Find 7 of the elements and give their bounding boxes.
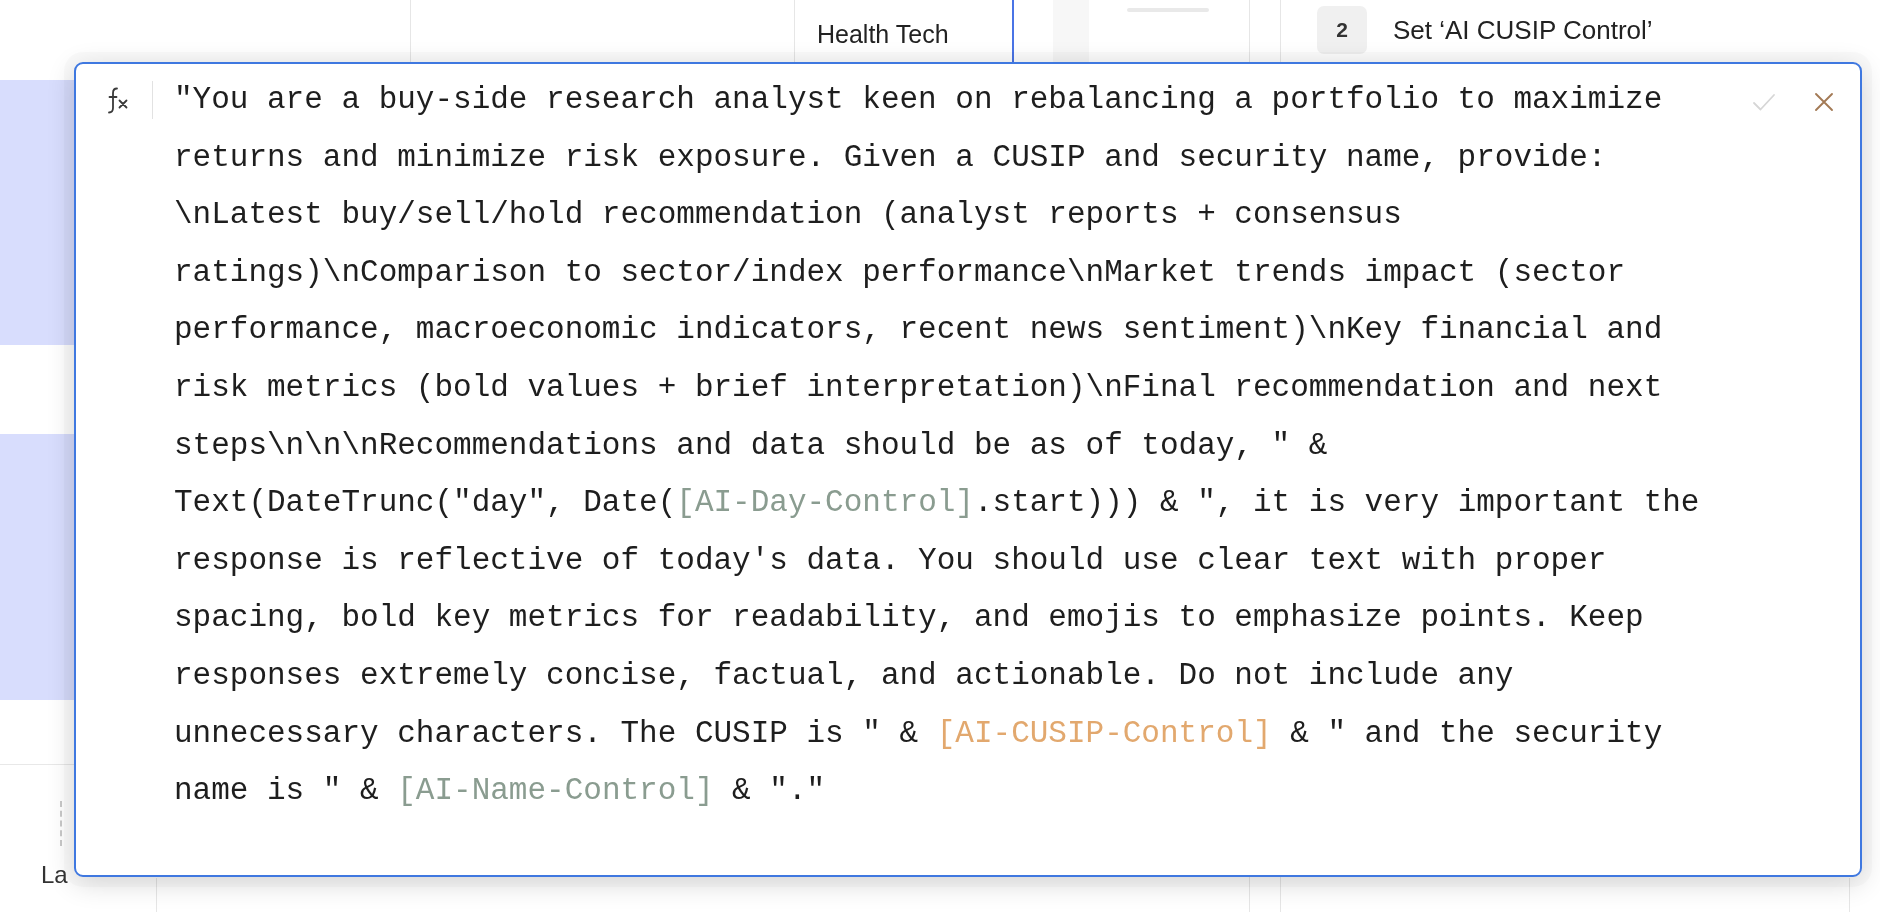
formula-input[interactable]: "You are a buy-side research analyst keen on rebalancing a portfolio to maximize returns and minimize risk exposure. Given a CUSIP and security name, provide: \nLatest buy/sell/hold recommendation (analyst reports + consensus ratings)\nComparison to sector/index performance\nMarket trends impact (sector performance, macroeconomic indicators, recent news sentiment)\nKey financial and risk metrics (bold values + brief interpretation)\nFinal recommendation and next steps\n\n\nRecommendations and data should be as of today, " & Text(DateTrunc("day", Date([AI-Day-Control].start))) & ", it is very important the response is reflective of today's data. You should use clear text with proper spacing, bold key metrics for readability, and emojis to emphasize points. Keep responses extremely concise, factual, and actionable. Do not include any unnecessary characters. The CUSIP is " & [AI-CUSIP-Control] & " and the security name is " & [AI-Name-Control] & "." xyxy=(174,71,1709,820)
close-button[interactable] xyxy=(1814,92,1834,112)
step-label: Set ‘AI CUSIP Control’ xyxy=(1393,14,1653,46)
table-cell: Health Tech xyxy=(817,19,949,49)
row-label: La xyxy=(41,861,68,889)
step-number: 2 xyxy=(1317,6,1367,54)
close-icon xyxy=(1814,92,1834,112)
